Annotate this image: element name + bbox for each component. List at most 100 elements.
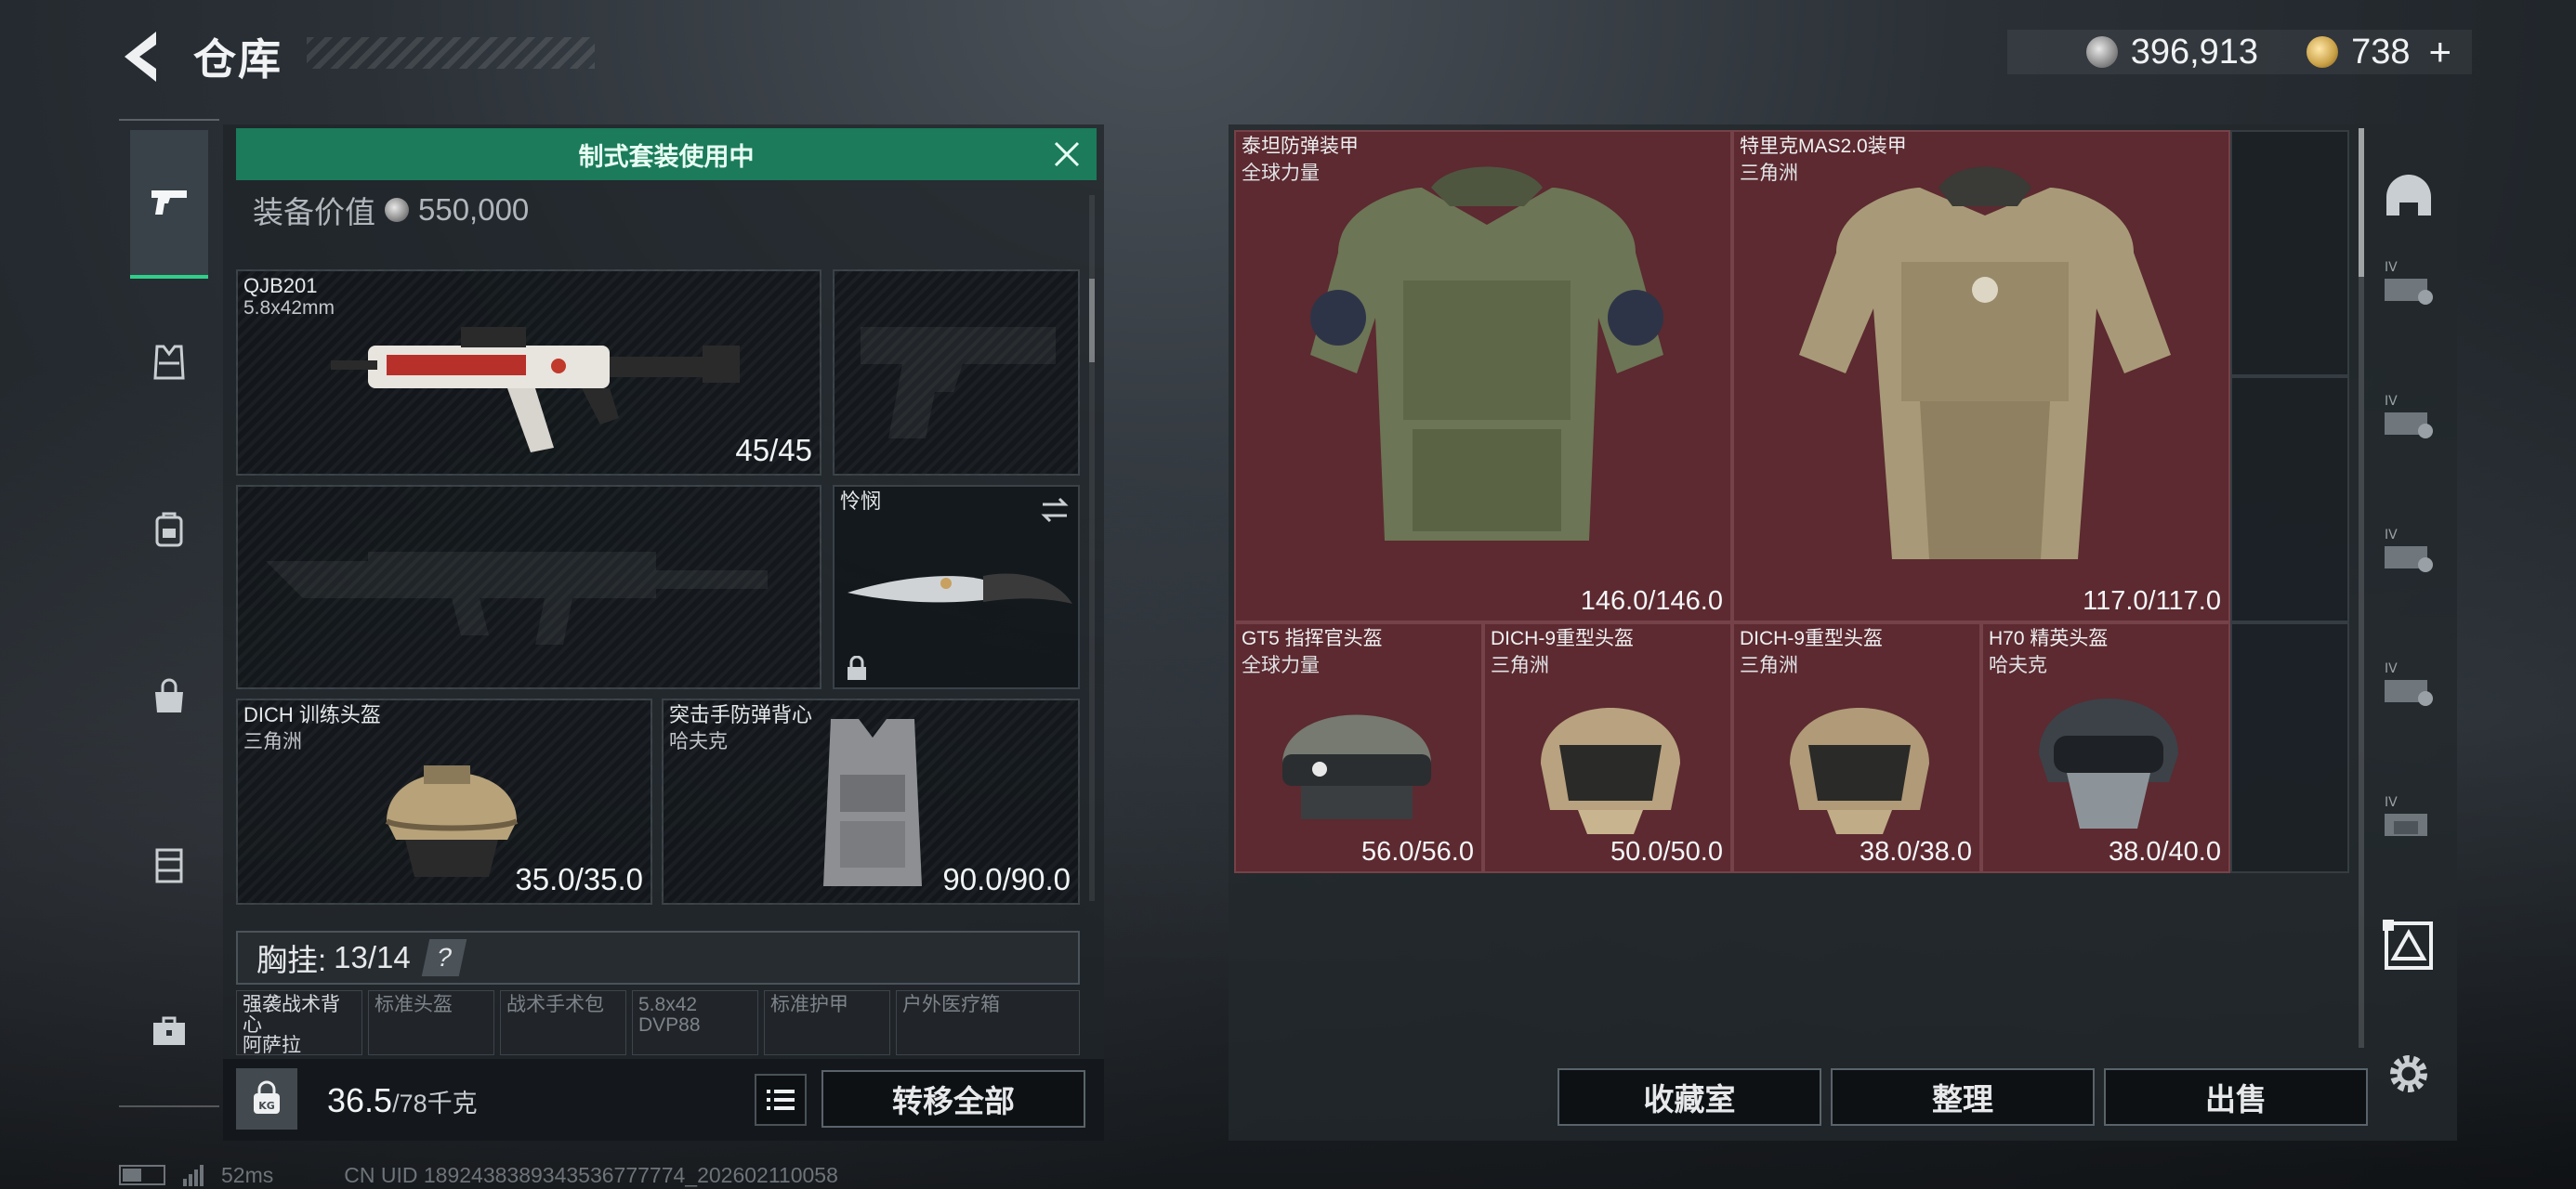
pistol-silhouette-icon (861, 327, 1056, 438)
nav-tools[interactable] (130, 957, 208, 1105)
chest-slot[interactable]: 战术手术包 (500, 990, 626, 1055)
pistol-icon (151, 190, 187, 215)
status-bar: 52ms CN UID 1892438389343536777774_20260… (119, 1161, 838, 1189)
collection-room-button[interactable]: 收藏室 (1557, 1068, 1821, 1126)
gt5-helmet-image (1282, 714, 1431, 819)
dich9-helmet-image (1790, 708, 1929, 834)
storage-item[interactable]: DICH-9重型头盔 三角洲 50.0/50.0 (1483, 622, 1732, 873)
storage-item[interactable]: GT5 指挥官头盔 全球力量 56.0/56.0 (1234, 622, 1483, 873)
armor-name: 突击手防弹背心 (669, 703, 813, 726)
vest-icon (153, 345, 185, 380)
gold-amount: 738 (2351, 32, 2411, 72)
loadout-scroll-thumb[interactable] (1089, 279, 1095, 362)
list-view-button[interactable] (755, 1074, 807, 1126)
bag-icon (155, 678, 183, 712)
nav-container[interactable] (130, 790, 208, 938)
melee-slot[interactable]: 怜悯 (833, 485, 1080, 689)
item-name: DICH-9重型头盔 (1740, 628, 1884, 649)
item-durability: 50.0/50.0 (1610, 837, 1723, 867)
chest-slot[interactable]: 户外医疗箱 (896, 990, 1080, 1055)
chest-slot-line1: 5.8x42 (638, 994, 698, 1015)
chest-slot[interactable]: 强袭战术背心 阿萨拉 (236, 990, 362, 1055)
item-durability: 38.0/38.0 (1860, 837, 1972, 867)
nav-divider (119, 1105, 219, 1107)
storage-item[interactable]: 泰坦防弹装甲 全球力量 146.0/146.0 (1234, 130, 1732, 622)
list-icon (767, 1090, 795, 1110)
item-maker: 全球力量 (1242, 655, 1320, 676)
tier-label: IV (2385, 394, 2398, 409)
help-icon[interactable]: ? (421, 939, 467, 976)
storage-item[interactable]: 特里克MAS2.0装甲 三角洲 117.0/117.0 (1732, 130, 2230, 622)
nav-weapons[interactable] (130, 130, 208, 279)
silver-coin-icon (385, 198, 409, 222)
empty-cell[interactable] (2230, 622, 2349, 873)
carry-weight: 36.5/78千克 (327, 1081, 478, 1120)
nav-bag[interactable] (130, 622, 208, 771)
nav-armor[interactable] (130, 288, 208, 437)
tier-iv-icon[interactable]: IV (2375, 516, 2442, 583)
item-durability: 146.0/146.0 (1580, 586, 1723, 616)
chest-slot-line1: 户外医疗箱 (902, 994, 1000, 1015)
sell-button[interactable]: 出售 (2104, 1068, 2368, 1126)
knife-name: 怜悯 (840, 490, 882, 513)
toolbox-icon (153, 1016, 185, 1045)
h70-helmet-image (2039, 699, 2178, 829)
silver-amount: 396,913 (2130, 32, 2259, 72)
empty-cell[interactable] (2230, 130, 2349, 376)
signal-icon (183, 1165, 204, 1186)
chest-slot[interactable]: 标准护甲 (764, 990, 890, 1055)
kettlebell-icon: KG (254, 1080, 280, 1114)
chest-slot-line1: 标准头盔 (375, 994, 453, 1015)
chest-slot[interactable]: 标准头盔 (368, 990, 494, 1055)
currency-bar: 396,913 738 + (2007, 30, 2472, 74)
filter-scroll-thumb[interactable] (2359, 128, 2364, 277)
helmet-image (385, 765, 519, 877)
chest-slot-line2: DVP88 (638, 1014, 701, 1036)
add-currency-button[interactable]: + (2428, 30, 2451, 74)
back-button[interactable] (119, 28, 165, 85)
trick-armor-image (1799, 166, 2171, 559)
helmet-filter-icon[interactable] (2375, 163, 2442, 230)
tier-iv-icon[interactable]: IV (2375, 784, 2442, 851)
carry-weight-max: /78千克 (392, 1090, 478, 1117)
secondary-weapon-slot[interactable] (236, 485, 821, 689)
left-nav (119, 121, 219, 1105)
storage-item[interactable]: DICH-9重型头盔 三角洲 38.0/38.0 (1732, 622, 1981, 873)
armor-slot[interactable]: 突击手防弹背心 哈夫克 90.0/90.0 (662, 699, 1080, 905)
chest-slot-line1: 强袭战术背心 (243, 994, 340, 1036)
close-icon[interactable] (1052, 139, 1082, 169)
tier-label: IV (2385, 528, 2398, 542)
organize-button[interactable]: 整理 (1831, 1068, 2095, 1126)
ping-text: 52ms (221, 1162, 274, 1187)
chest-slot-line1: 战术手术包 (506, 994, 604, 1015)
tier-filter-active-icon[interactable] (2375, 912, 2442, 979)
empty-cell[interactable] (2230, 376, 2349, 622)
storage-item[interactable]: H70 精英头盔 哈夫克 38.0/40.0 (1981, 622, 2230, 873)
case-icon (155, 848, 183, 883)
helmet-name: DICH 训练头盔 (243, 703, 381, 726)
primary-weapon-slot[interactable]: QJB201 5.8x42mm 45/45 (236, 269, 821, 476)
swap-icon[interactable] (1039, 496, 1071, 524)
helmet-maker: 三角洲 (243, 731, 302, 752)
knife-image (848, 573, 1072, 604)
pistol-slot[interactable] (833, 269, 1080, 476)
titan-armor-image (1310, 166, 1663, 541)
helmet-durability: 35.0/35.0 (515, 862, 643, 896)
weapon-name: QJB201 (243, 274, 318, 297)
tier-iv-icon[interactable]: IV (2375, 650, 2442, 717)
chest-slot[interactable]: 5.8x42 DVP88 (632, 990, 758, 1055)
dich9-helmet-image (1541, 708, 1680, 834)
tier-iv-icon[interactable]: IV (2375, 249, 2442, 316)
item-durability: 56.0/56.0 (1361, 837, 1474, 867)
tier-label: IV (2385, 795, 2398, 810)
gold-coin-icon (2307, 36, 2339, 68)
nav-backpack[interactable] (130, 455, 208, 604)
transfer-all-button[interactable]: 转移全部 (821, 1070, 1085, 1128)
equip-value: 装备价值 550,000 (253, 188, 529, 232)
armor-durability: 90.0/90.0 (942, 862, 1071, 896)
tier-iv-icon[interactable]: IV (2375, 383, 2442, 450)
vest-image (823, 719, 922, 886)
helmet-slot[interactable]: DICH 训练头盔 三角洲 35.0/35.0 (236, 699, 652, 905)
settings-gear-icon[interactable] (2375, 1040, 2442, 1107)
chest-rig-bar[interactable]: 胸挂: 13/14 ? (236, 931, 1080, 985)
